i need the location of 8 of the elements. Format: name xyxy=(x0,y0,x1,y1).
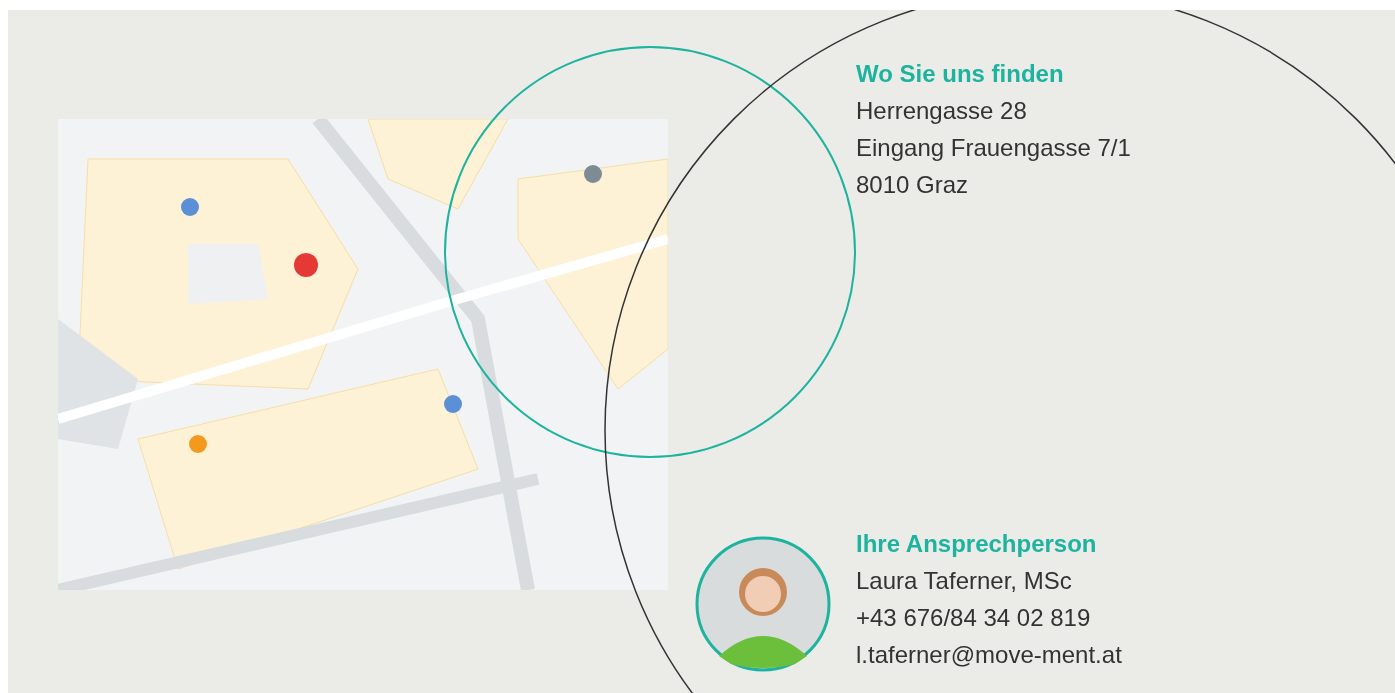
contact-line: Laura Taferner, MSc xyxy=(856,566,1073,596)
section-heading: Wo Sie uns finden xyxy=(856,59,1065,89)
contact-line: l.taferner@move-ment.at xyxy=(856,640,1122,670)
address-line: 8010 Graz xyxy=(856,170,970,200)
address-line: Herrengasse 28 xyxy=(856,96,1028,126)
section-heading: Ihre Ansprechperson xyxy=(856,529,1098,559)
contact-line: +43 676/84 34 02 819 xyxy=(856,603,1092,633)
address-line: Eingang Frauengasse 7/1 xyxy=(856,133,1132,163)
